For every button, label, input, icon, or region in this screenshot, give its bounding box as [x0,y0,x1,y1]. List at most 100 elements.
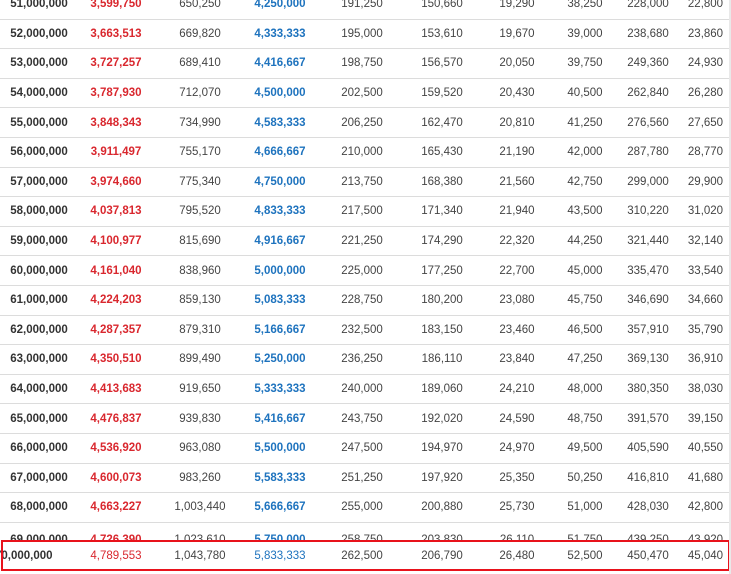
employment-insurance-cell: 46,500 [554,315,616,346]
hl-income-tax-cell: 450,470 [627,549,669,562]
monthly-salary-cell: 4,416,667 [240,48,320,79]
care-insurance-cell: 24,210 [480,374,554,405]
health-insurance-cell: 174,290 [404,226,480,257]
monthly-salary-cell: 4,833,333 [240,196,320,227]
pension-cell: 195,000 [320,19,404,50]
table-row: 66,000,000 4,536,920 963,080 5,500,000 247,5… [0,433,731,464]
local-tax-cell: 40,550 [680,433,731,464]
deduction-total-cell: 859,130 [160,285,240,316]
table-row: 53,000,000 3,727,257 689,410 4,416,667 198,7… [0,48,731,79]
table-row: 65,000,000 4,476,837 939,830 5,416,667 243,7… [0,403,731,434]
deduction-total-cell: 650,250 [160,0,240,20]
income-tax-cell: 310,220 [616,196,680,227]
annual-salary-cell: 59,000,000 [0,226,72,257]
local-tax-cell: 38,030 [680,374,731,405]
care-insurance-cell: 21,560 [480,167,554,198]
income-tax-cell: 428,030 [616,492,680,523]
monthly-salary-cell: 5,250,000 [240,344,320,375]
table-row: 54,000,000 3,787,930 712,070 4,500,000 202,5… [0,78,731,109]
monthly-salary-cell: 5,666,667 [240,492,320,523]
employment-insurance-cell: 50,250 [554,463,616,494]
deduction-total-cell: 879,310 [160,315,240,346]
health-insurance-cell: 168,380 [404,167,480,198]
care-insurance-cell: 21,940 [480,196,554,227]
monthly-salary-cell: 5,583,333 [240,463,320,494]
monthly-salary-cell: 5,083,333 [240,285,320,316]
income-tax-cell: 276,560 [616,107,680,138]
pension-cell: 225,000 [320,255,404,286]
deduction-total-cell: 939,830 [160,403,240,434]
employment-insurance-cell: 45,000 [554,255,616,286]
care-insurance-cell: 25,730 [480,492,554,523]
local-tax-cell: 27,650 [680,107,731,138]
highlighted-row-container: 70,000,000 4,789,553 1,043,780 5,833,333… [0,540,731,571]
employment-insurance-cell: 49,500 [554,433,616,464]
pension-cell: 232,500 [320,315,404,346]
net-pay-cell: 4,476,837 [72,403,160,434]
table-row: 56,000,000 3,911,497 755,170 4,666,667 210,0… [0,137,731,168]
employment-insurance-cell: 45,750 [554,285,616,316]
care-insurance-cell: 23,460 [480,315,554,346]
local-tax-cell: 31,020 [680,196,731,227]
monthly-salary-cell: 4,333,333 [240,19,320,50]
health-insurance-cell: 177,250 [404,255,480,286]
table-row: 58,000,000 4,037,813 795,520 4,833,333 217,5… [0,196,731,227]
hl-care-insurance-cell: 26,480 [499,549,535,562]
monthly-salary-cell: 4,583,333 [240,107,320,138]
deduction-total-cell: 963,080 [160,433,240,464]
health-insurance-cell: 197,920 [404,463,480,494]
annual-salary-cell: 52,000,000 [0,19,72,50]
annual-salary-cell: 61,000,000 [0,285,72,316]
pension-cell: 228,750 [320,285,404,316]
deduction-total-cell: 838,960 [160,255,240,286]
salary-table: 51,000,000 3,599,750 650,250 4,250,000 191,2… [0,0,731,558]
local-tax-cell: 35,790 [680,315,731,346]
income-tax-cell: 391,570 [616,403,680,434]
net-pay-cell: 3,911,497 [72,137,160,168]
health-insurance-cell: 189,060 [404,374,480,405]
care-insurance-cell: 22,320 [480,226,554,257]
health-insurance-cell: 200,880 [404,492,480,523]
pension-cell: 240,000 [320,374,404,405]
net-pay-cell: 3,727,257 [72,48,160,79]
deduction-total-cell: 734,990 [160,107,240,138]
local-tax-cell: 41,680 [680,463,731,494]
care-insurance-cell: 20,810 [480,107,554,138]
care-insurance-cell: 21,190 [480,137,554,168]
deduction-total-cell: 919,650 [160,374,240,405]
local-tax-cell: 33,540 [680,255,731,286]
table-row: 62,000,000 4,287,357 879,310 5,166,667 232,5… [0,315,731,346]
deduction-total-cell: 669,820 [160,19,240,50]
monthly-salary-cell: 4,750,000 [240,167,320,198]
table-row: 51,000,000 3,599,750 650,250 4,250,000 191,2… [0,0,731,20]
net-pay-cell: 3,787,930 [72,78,160,109]
pension-cell: 191,250 [320,0,404,20]
net-pay-cell: 4,536,920 [72,433,160,464]
employment-insurance-cell: 48,000 [554,374,616,405]
income-tax-cell: 357,910 [616,315,680,346]
employment-insurance-cell: 39,750 [554,48,616,79]
table-row: 59,000,000 4,100,977 815,690 4,916,667 221,2… [0,226,731,257]
health-insurance-cell: 153,610 [404,19,480,50]
income-tax-cell: 380,350 [616,374,680,405]
hl-health-insurance-cell: 206,790 [421,549,463,562]
pension-cell: 210,000 [320,137,404,168]
care-insurance-cell: 23,840 [480,344,554,375]
care-insurance-cell: 20,050 [480,48,554,79]
pension-cell: 221,250 [320,226,404,257]
salary-table-container: 51,000,000 3,599,750 650,250 4,250,000 191,2… [0,0,731,558]
annual-salary-cell: 65,000,000 [0,403,72,434]
local-tax-cell: 42,800 [680,492,731,523]
net-pay-cell: 4,663,227 [72,492,160,523]
local-tax-cell: 28,770 [680,137,731,168]
local-tax-cell: 32,140 [680,226,731,257]
hl-employment-insurance-cell: 52,500 [567,549,603,562]
net-pay-cell: 3,848,343 [72,107,160,138]
highlighted-table: 70,000,000 4,789,553 1,043,780 5,833,333… [0,540,731,571]
monthly-salary-cell: 4,250,000 [240,0,320,20]
net-pay-cell: 3,663,513 [72,19,160,50]
local-tax-cell: 24,930 [680,48,731,79]
highlighted-row: 70,000,000 4,789,553 1,043,780 5,833,333… [0,540,731,571]
table-row: 55,000,000 3,848,343 734,990 4,583,333 206,2… [0,107,731,138]
table-row: 64,000,000 4,413,683 919,650 5,333,333 240,0… [0,374,731,405]
